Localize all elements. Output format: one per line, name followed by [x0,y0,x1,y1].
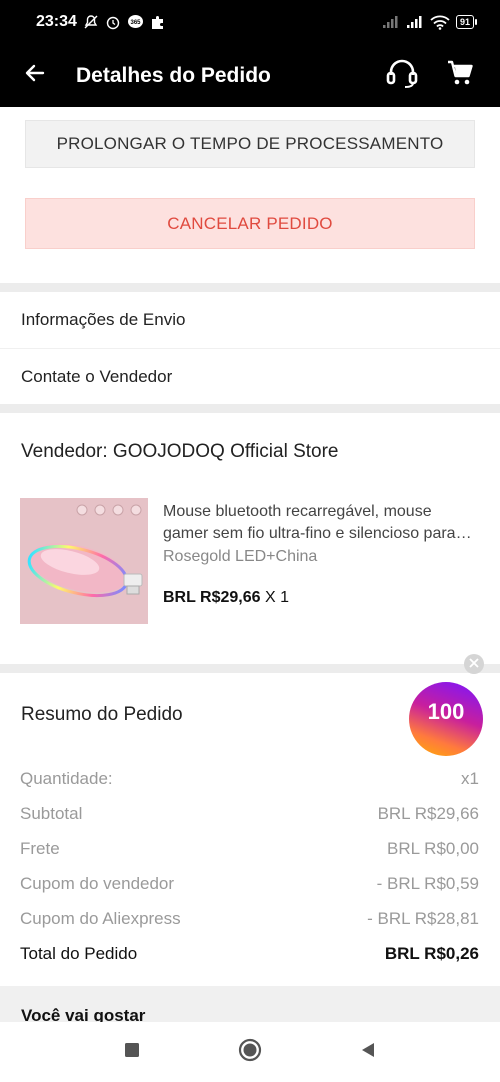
chat-icon: 365 [127,14,144,30]
section-divider [0,283,500,292]
summary-label: Subtotal [20,803,83,823]
recommendations-section: Você vai gostar [0,986,500,1022]
back-arrow-icon [23,61,47,90]
triangle-back-icon [359,1041,377,1064]
battery-icon: 91 [455,15,478,29]
summary-row-quantity: Quantidade: x1 [20,761,479,796]
summary-list: Quantidade: x1 Subtotal BRL R$29,66 Fret… [20,761,479,971]
total-label: Total do Pedido [20,943,138,963]
summary-label: Cupom do vendedor [20,873,175,893]
recommendations-title: Você vai gostar [21,1006,146,1022]
summary-row-shipping: Frete BRL R$0,00 [20,831,479,866]
square-icon [124,1042,140,1063]
system-nav-bar [0,1022,500,1082]
mute-icon [83,14,99,30]
close-icon [469,655,479,673]
seller-section: Vendedor: GOOJODOQ Official Store Mouse … [0,413,500,664]
app-bar: Detalhes do Pedido [0,44,500,107]
total-value: BRL R$0,26 [384,943,479,963]
close-promo-button[interactable] [464,654,484,674]
wifi-icon [430,15,450,30]
battery-level: 91 [459,17,470,27]
headset-icon [385,58,419,93]
order-details-content[interactable]: PROLONGAR O TEMPO DE PROCESSAMENTO CANCE… [0,107,500,1022]
status-bar: 23:34 365 91 [0,0,500,44]
summary-value: BRL R$0,00 [387,838,479,858]
summary-heading: Resumo do Pedido [21,704,183,725]
summary-row-subtotal: Subtotal BRL R$29,66 [20,796,479,831]
cart-icon [446,59,474,92]
seller-name[interactable]: Vendedor: GOOJODOQ Official Store [21,441,339,463]
product-price-line: BRL R$29,66 X 1 [163,589,289,607]
order-actions: PROLONGAR O TEMPO DE PROCESSAMENTO CANCE… [0,107,500,283]
coins-promo-badge[interactable]: 100 [409,682,483,756]
info-rows: Informações de Envio Contate o Vendedor [0,292,500,404]
signal-icon [406,15,424,29]
page-title: Detalhes do Pedido [76,63,271,87]
home-circle-icon [238,1038,262,1067]
status-time: 23:34 [36,13,77,30]
summary-row-seller-coupon: Cupom do vendedor - BRL R$0,59 [20,866,479,901]
support-button[interactable] [382,56,422,96]
order-summary: 100 Resumo do Pedido Quantidade: x1 Subt… [0,654,500,986]
product-title[interactable]: Mouse bluetooth recarregável, mouse game… [163,501,477,545]
summary-value: BRL R$29,66 [377,803,479,823]
puzzle-icon [150,15,165,30]
product-image[interactable] [20,498,148,624]
product-quantity: X 1 [264,589,289,606]
summary-value: - BRL R$0,59 [376,873,479,893]
summary-label: Cupom do Aliexpress [20,908,181,928]
back-button[interactable] [20,61,50,91]
alarm-icon [105,14,121,30]
signal-icon [382,15,400,29]
section-divider [0,404,500,413]
summary-value: x1 [461,768,479,788]
back-nav-button[interactable] [354,1038,382,1066]
cart-button[interactable] [440,56,480,96]
home-button[interactable] [236,1038,264,1066]
svg-text:365: 365 [130,20,141,26]
summary-label: Frete [20,838,60,858]
contact-seller-row[interactable]: Contate o Vendedor [0,348,500,404]
cancel-order-button[interactable]: CANCELAR PEDIDO [25,198,475,249]
summary-row-aliexpress-coupon: Cupom do Aliexpress - BRL R$28,81 [20,901,479,936]
section-divider [0,664,500,673]
summary-row-total: Total do Pedido BRL R$0,26 [20,936,479,971]
shipping-info-row[interactable]: Informações de Envio [0,292,500,348]
recents-button[interactable] [118,1038,146,1066]
product-variant: Rosegold LED+China [163,548,318,565]
product-price: BRL R$29,66 [163,589,261,606]
summary-value: - BRL R$28,81 [367,908,479,928]
summary-label: Quantidade: [20,768,113,788]
prolong-processing-button[interactable]: PROLONGAR O TEMPO DE PROCESSAMENTO [25,120,475,168]
